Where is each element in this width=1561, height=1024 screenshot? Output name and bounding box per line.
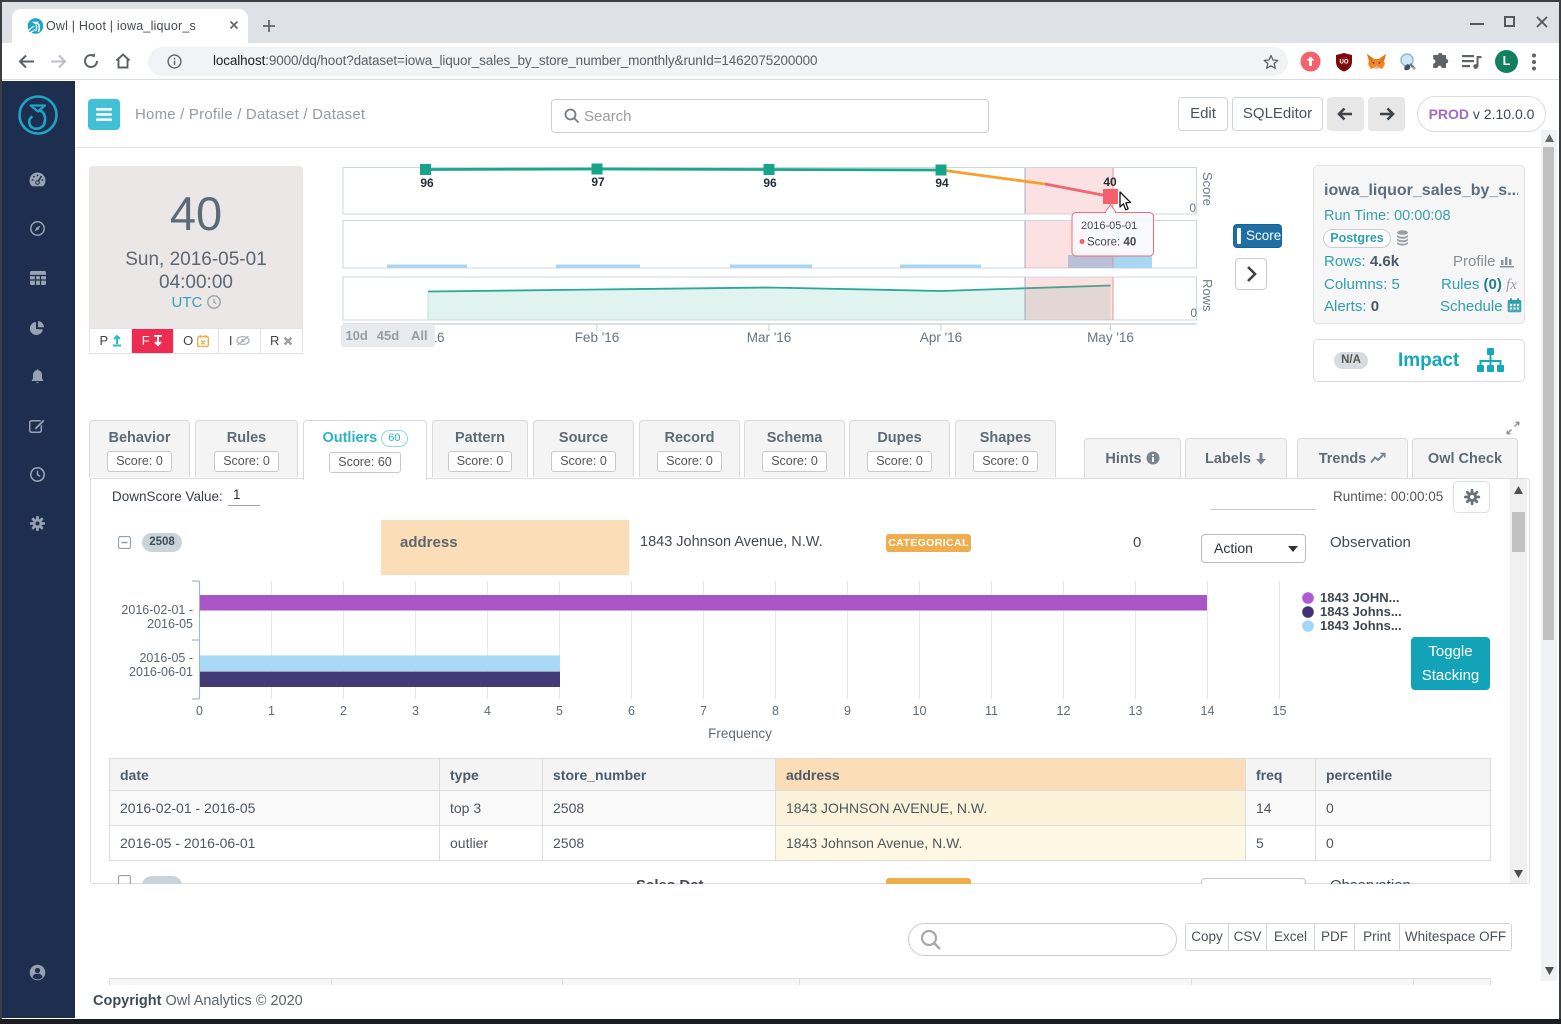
svg-text:Score: 40: Score: 40 [1087, 237, 1136, 249]
svg-text:Feb '16: Feb '16 [575, 330, 620, 345]
svg-text:May '16: May '16 [1087, 330, 1134, 345]
svg-text:Apr '16: Apr '16 [920, 330, 962, 345]
svg-text:94: 94 [935, 176, 949, 190]
svg-text:96: 96 [763, 176, 777, 190]
svg-text:97: 97 [591, 175, 605, 189]
svg-text:Mar '16: Mar '16 [747, 330, 792, 345]
svg-text:2016-05-01: 2016-05-01 [1081, 220, 1137, 232]
svg-text:0: 0 [1190, 306, 1197, 320]
svg-text:UO: UO [1340, 60, 1349, 66]
svg-text:0: 0 [1189, 201, 1196, 215]
svg-text:40: 40 [1103, 175, 1117, 189]
svg-text:96: 96 [420, 176, 434, 190]
